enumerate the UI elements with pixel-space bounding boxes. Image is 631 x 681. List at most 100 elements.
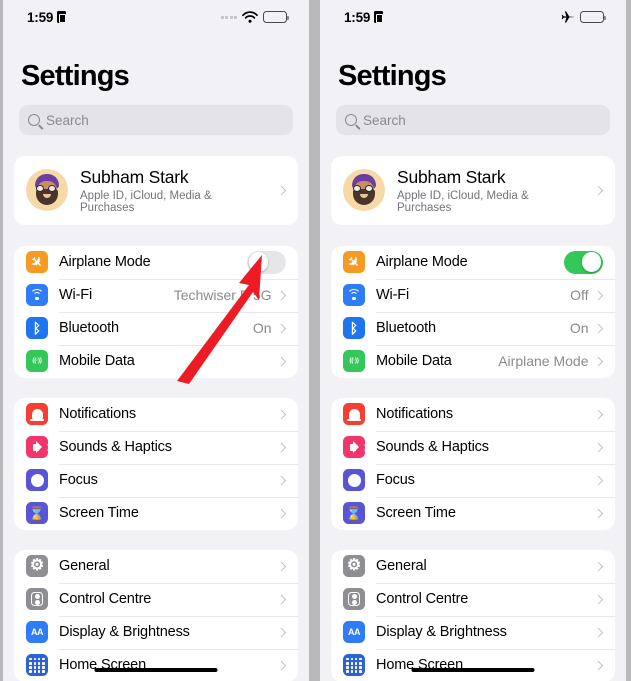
row-value: On (569, 320, 589, 337)
page-title: Settings (21, 60, 130, 92)
hourglass-icon (343, 502, 365, 525)
row-label: Bluetooth (376, 320, 436, 337)
row-display-brightness[interactable]: Display & Brightness (331, 615, 615, 649)
row-focus[interactable]: Focus (14, 463, 298, 497)
search-input[interactable]: Search (336, 105, 610, 135)
airplane-icon (26, 251, 48, 274)
row-value: Techwiser P 5G (173, 287, 272, 304)
row-label: Control Centre (59, 591, 152, 608)
profile-card[interactable]: Subham Stark Apple ID, iCloud, Media & P… (331, 156, 615, 225)
row-general[interactable]: General (331, 550, 615, 583)
chevron-right-icon (593, 475, 603, 485)
row-bluetooth[interactable]: Bluetooth On (14, 311, 298, 345)
moon-icon (343, 469, 365, 492)
home-screen-icon (26, 654, 48, 677)
row-sounds-haptics[interactable]: Sounds & Haptics (331, 430, 615, 464)
airplane-mode-toggle[interactable] (564, 250, 603, 274)
status-bar-time-group: 1:59 (344, 9, 384, 25)
apple-id-row[interactable]: Subham Stark Apple ID, iCloud, Media & P… (331, 156, 615, 225)
chevron-right-icon (276, 508, 286, 518)
home-indicator (94, 667, 218, 672)
row-label: Focus (376, 472, 415, 489)
settings-group-connectivity: Airplane Mode Wi-Fi Off Bluetooth On Mob… (331, 245, 615, 378)
row-control-centre[interactable]: Control Centre (331, 582, 615, 616)
row-display-brightness[interactable]: Display & Brightness (14, 615, 298, 649)
status-bar: 1:59 (320, 0, 626, 34)
row-label: Notifications (376, 406, 454, 423)
search-input[interactable]: Search (19, 105, 293, 135)
row-sounds-haptics[interactable]: Sounds & Haptics (14, 430, 298, 464)
bluetooth-icon (26, 317, 48, 340)
status-bar-time: 1:59 (344, 9, 371, 25)
row-wifi[interactable]: Wi-Fi Off (331, 278, 615, 312)
chevron-right-icon (593, 508, 603, 518)
lock-portrait-icon (57, 11, 67, 23)
chevron-right-icon (593, 594, 603, 604)
settings-group-system: General Control Centre Display & Brightn… (331, 549, 615, 681)
status-bar-indicators (561, 10, 607, 24)
row-bluetooth[interactable]: Bluetooth On (331, 311, 615, 345)
settings-group-alerts: Notifications Sounds & Haptics Focus Scr… (331, 397, 615, 530)
phone-screen-before: 1:59 Settings Search Subham Stark Apple … (3, 0, 309, 681)
home-indicator (411, 667, 535, 672)
comparison-stage: 1:59 Settings Search Subham Stark Apple … (0, 0, 631, 681)
row-label: Bluetooth (59, 320, 119, 337)
signal-dots-icon (220, 15, 237, 19)
chevron-right-icon (276, 594, 286, 604)
gear-icon (26, 555, 48, 578)
cellular-icon (343, 350, 365, 373)
status-bar-time: 1:59 (27, 9, 54, 25)
airplane-icon (561, 11, 574, 23)
battery-icon (580, 11, 607, 23)
row-home-screen[interactable]: Home Screen (331, 648, 615, 681)
chevron-right-icon (276, 185, 286, 196)
control-centre-icon (26, 588, 48, 611)
airplane-mode-toggle[interactable] (247, 250, 286, 274)
row-focus[interactable]: Focus (331, 463, 615, 497)
settings-group-alerts: Notifications Sounds & Haptics Focus Scr… (14, 397, 298, 530)
row-general[interactable]: General (14, 550, 298, 583)
row-home-screen[interactable]: Home Screen (14, 648, 298, 681)
row-mobile-data[interactable]: Mobile Data (14, 344, 298, 378)
chevron-right-icon (276, 660, 286, 670)
wifi-icon (26, 284, 48, 307)
battery-icon (263, 11, 290, 23)
row-wifi[interactable]: Wi-Fi Techwiser P 5G (14, 278, 298, 312)
row-label: Airplane Mode (59, 254, 151, 271)
profile-subtitle: Apple ID, iCloud, Media & Purchases (80, 189, 212, 214)
row-airplane-mode[interactable]: Airplane Mode (331, 246, 615, 279)
row-label: Sounds & Haptics (59, 439, 172, 456)
chevron-right-icon (593, 442, 603, 452)
row-screen-time[interactable]: Screen Time (14, 496, 298, 530)
chevron-right-icon (276, 561, 286, 571)
chevron-right-icon (593, 185, 603, 196)
display-brightness-icon (26, 621, 48, 644)
row-control-centre[interactable]: Control Centre (14, 582, 298, 616)
status-bar-time-group: 1:59 (27, 9, 67, 25)
search-icon (28, 114, 40, 126)
apple-id-row[interactable]: Subham Stark Apple ID, iCloud, Media & P… (14, 156, 298, 225)
settings-group-connectivity: Airplane Mode Wi-Fi Techwiser P 5G Bluet… (14, 245, 298, 378)
profile-subtitle: Apple ID, iCloud, Media & Purchases (397, 189, 529, 214)
row-label: General (376, 558, 427, 575)
home-screen-icon (343, 654, 365, 677)
cellular-icon (26, 350, 48, 373)
row-airplane-mode[interactable]: Airplane Mode (14, 246, 298, 279)
chevron-right-icon (593, 323, 603, 333)
settings-group-system: General Control Centre Display & Brightn… (14, 549, 298, 681)
row-notifications[interactable]: Notifications (331, 398, 615, 431)
profile-text: Subham Stark Apple ID, iCloud, Media & P… (80, 167, 266, 214)
search-placeholder: Search (46, 112, 89, 128)
chevron-right-icon (593, 627, 603, 637)
row-screen-time[interactable]: Screen Time (331, 496, 615, 530)
chevron-right-icon (276, 323, 286, 333)
profile-card[interactable]: Subham Stark Apple ID, iCloud, Media & P… (14, 156, 298, 225)
chevron-right-icon (276, 290, 286, 300)
chevron-right-icon (276, 475, 286, 485)
row-label: Sounds & Haptics (376, 439, 489, 456)
row-label: Wi-Fi (59, 287, 93, 304)
bell-icon (26, 403, 48, 426)
row-notifications[interactable]: Notifications (14, 398, 298, 431)
lock-portrait-icon (374, 11, 384, 23)
row-mobile-data[interactable]: Mobile Data Airplane Mode (331, 344, 615, 378)
